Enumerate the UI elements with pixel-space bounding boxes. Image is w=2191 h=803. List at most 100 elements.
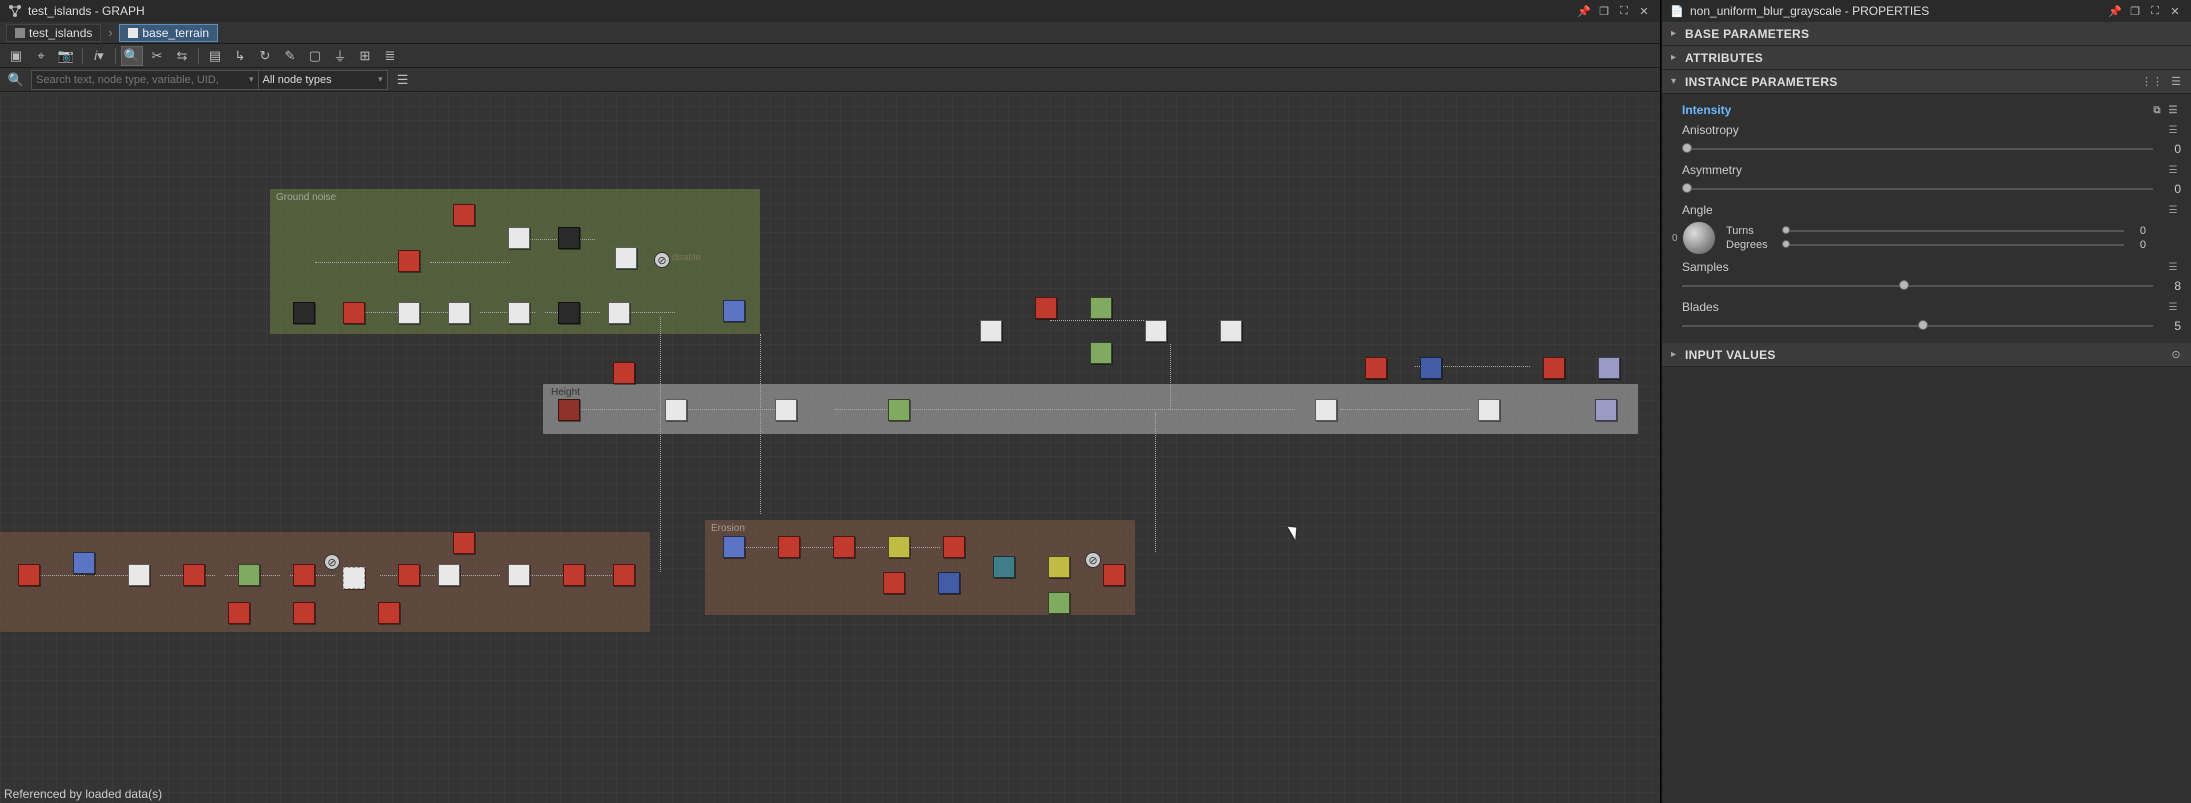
- node[interactable]: [723, 536, 745, 558]
- section-attributes[interactable]: ▸ ATTRIBUTES: [1662, 46, 2191, 70]
- node[interactable]: [1220, 320, 1242, 342]
- node[interactable]: [238, 564, 260, 586]
- section-settings-icon[interactable]: ☰: [2167, 73, 2185, 91]
- node[interactable]: [73, 552, 95, 574]
- node[interactable]: [775, 399, 797, 421]
- pin-icon[interactable]: 📌: [1574, 2, 1594, 20]
- list-icon[interactable]: ≣: [379, 46, 401, 66]
- node[interactable]: [453, 532, 475, 554]
- section-input-values[interactable]: ▸ INPUT VALUES ⊙: [1662, 343, 2191, 367]
- camera-icon[interactable]: 📷: [55, 46, 77, 66]
- node[interactable]: [293, 602, 315, 624]
- node[interactable]: [508, 227, 530, 249]
- node[interactable]: [1090, 297, 1112, 319]
- node[interactable]: [1315, 399, 1337, 421]
- angle-dial[interactable]: [1682, 221, 1716, 255]
- node[interactable]: [563, 564, 585, 586]
- highlight-icon[interactable]: ▤: [204, 46, 226, 66]
- node[interactable]: [615, 247, 637, 269]
- grid-icon[interactable]: ⊞: [354, 46, 376, 66]
- breadcrumb-item-current[interactable]: base_terrain: [119, 24, 218, 42]
- zoom-tool-icon[interactable]: 🔍: [121, 46, 143, 66]
- anisotropy-slider[interactable]: [1682, 148, 2153, 150]
- node[interactable]: [1145, 320, 1167, 342]
- node[interactable]: [448, 302, 470, 324]
- node[interactable]: [558, 227, 580, 249]
- angle-degrees-slider[interactable]: [1782, 244, 2124, 246]
- auto-arrange-icon[interactable]: ⇆: [171, 46, 193, 66]
- samples-slider[interactable]: [1682, 285, 2153, 287]
- node[interactable]: [613, 564, 635, 586]
- node[interactable]: [558, 302, 580, 324]
- asymmetry-value[interactable]: 0: [2161, 182, 2181, 196]
- frame-selected-icon[interactable]: ⌖: [30, 46, 52, 66]
- node[interactable]: [453, 204, 475, 226]
- node[interactable]: [1598, 357, 1620, 379]
- frame-erosion[interactable]: Erosion: [705, 520, 1135, 615]
- blades-slider[interactable]: [1682, 325, 2153, 327]
- node[interactable]: [778, 536, 800, 558]
- anisotropy-value[interactable]: 0: [2161, 142, 2181, 156]
- node[interactable]: [228, 602, 250, 624]
- section-base-parameters[interactable]: ▸ BASE PARAMETERS: [1662, 22, 2191, 46]
- menu-icon[interactable]: ☰: [2165, 202, 2181, 218]
- node[interactable]: [993, 556, 1015, 578]
- route-icon[interactable]: ↳: [229, 46, 251, 66]
- menu-icon[interactable]: ☰: [2165, 299, 2181, 315]
- search-input[interactable]: [31, 70, 261, 90]
- node[interactable]: [938, 572, 960, 594]
- restore-icon[interactable]: ❐: [2125, 2, 2145, 20]
- node[interactable]: [343, 567, 365, 589]
- node[interactable]: [1478, 399, 1500, 421]
- maximize-icon[interactable]: ⛶: [1614, 2, 1634, 20]
- restore-icon[interactable]: ❐: [1594, 2, 1614, 20]
- angle-turns-value[interactable]: 0: [2130, 225, 2146, 237]
- node[interactable]: [888, 536, 910, 558]
- node[interactable]: [888, 399, 910, 421]
- menu-icon[interactable]: ☰: [2165, 102, 2181, 118]
- graph-viewport[interactable]: Ground noise Height Erosion: [0, 92, 1660, 803]
- node[interactable]: [18, 564, 40, 586]
- refresh-icon[interactable]: ↻: [254, 46, 276, 66]
- blades-value[interactable]: 5: [2161, 319, 2181, 333]
- node[interactable]: [665, 399, 687, 421]
- node[interactable]: [378, 602, 400, 624]
- node[interactable]: [1103, 564, 1125, 586]
- close-icon[interactable]: ✕: [1634, 2, 1654, 20]
- breadcrumb-item-root[interactable]: test_islands: [6, 24, 101, 42]
- search-icon[interactable]: 🔍: [5, 70, 27, 90]
- menu-icon[interactable]: ☰: [2165, 259, 2181, 275]
- menu-icon[interactable]: ☰: [2165, 162, 2181, 178]
- pin-icon[interactable]: 📌: [2105, 2, 2125, 20]
- angle-turns-slider[interactable]: [1782, 230, 2124, 232]
- pin-node-icon[interactable]: ⏚: [329, 46, 351, 66]
- node[interactable]: [438, 564, 460, 586]
- frame-bottom-left[interactable]: [0, 532, 650, 632]
- node[interactable]: [508, 564, 530, 586]
- node[interactable]: [1048, 592, 1070, 614]
- node[interactable]: [980, 320, 1002, 342]
- section-instance-parameters[interactable]: ▾ INSTANCE PARAMETERS ⋮⋮ ☰: [1662, 70, 2191, 94]
- samples-value[interactable]: 8: [2161, 279, 2181, 293]
- node[interactable]: [1365, 357, 1387, 379]
- reset-icon[interactable]: ⊙: [2167, 346, 2185, 364]
- node[interactable]: [1035, 297, 1057, 319]
- fit-icon[interactable]: ▣: [5, 46, 27, 66]
- node[interactable]: [1595, 399, 1617, 421]
- node[interactable]: [558, 399, 580, 421]
- node[interactable]: [883, 572, 905, 594]
- node[interactable]: [1543, 357, 1565, 379]
- maximize-icon[interactable]: ⛶: [2145, 2, 2165, 20]
- node-type-filter[interactable]: All node types ▾: [258, 70, 388, 90]
- node[interactable]: [398, 302, 420, 324]
- angle-degrees-value[interactable]: 0: [2130, 239, 2146, 251]
- menu-icon[interactable]: ☰: [2165, 122, 2181, 138]
- node[interactable]: [508, 302, 530, 324]
- node[interactable]: [183, 564, 205, 586]
- node[interactable]: [1090, 342, 1112, 364]
- node[interactable]: [833, 536, 855, 558]
- edit-icon[interactable]: ✎: [279, 46, 301, 66]
- section-menu-icon[interactable]: ⋮⋮: [2143, 73, 2161, 91]
- node[interactable]: [613, 362, 635, 384]
- node[interactable]: [398, 250, 420, 272]
